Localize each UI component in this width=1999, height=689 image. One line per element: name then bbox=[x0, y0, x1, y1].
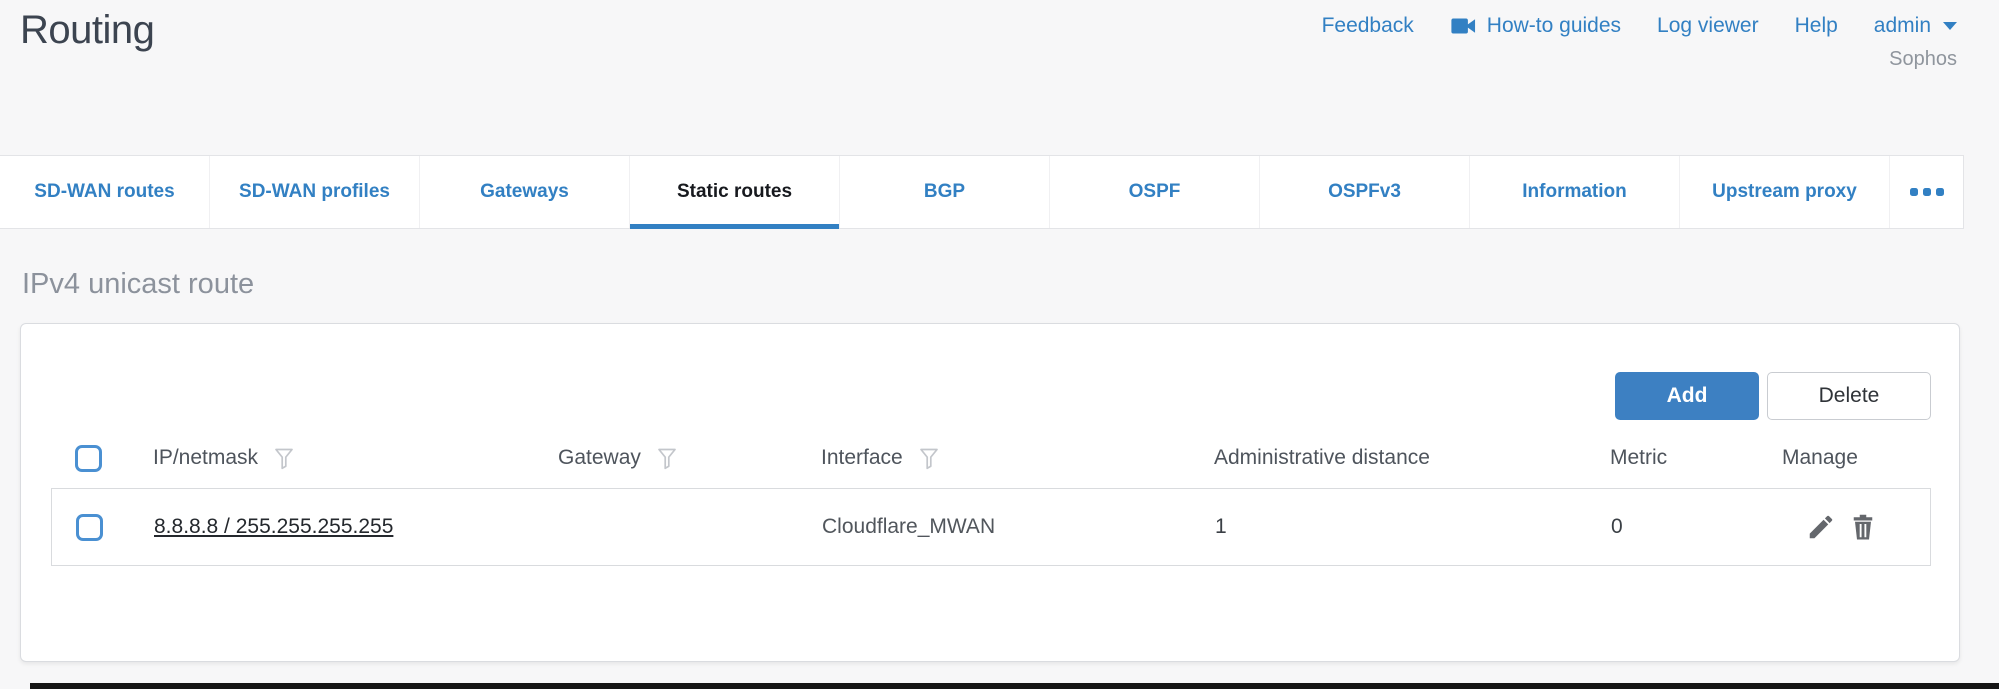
brand-label: Sophos bbox=[1889, 48, 1957, 71]
delete-button[interactable]: Delete bbox=[1767, 372, 1931, 420]
tab-label: OSPF bbox=[1129, 181, 1181, 203]
col-header-interface: Interface bbox=[821, 446, 903, 470]
col-header-metric: Metric bbox=[1610, 446, 1667, 470]
static-routes-panel: Add Delete IP/netmask Gateway Interface bbox=[20, 323, 1960, 662]
tab-sd-wan-profiles[interactable]: SD-WAN profiles bbox=[210, 156, 420, 228]
feedback-label: Feedback bbox=[1322, 14, 1414, 38]
tab-ospfv3[interactable]: OSPFv3 bbox=[1260, 156, 1470, 228]
more-tabs-button[interactable] bbox=[1890, 156, 1963, 228]
tab-gateways[interactable]: Gateways bbox=[420, 156, 630, 228]
section-heading: IPv4 unicast route bbox=[22, 268, 254, 301]
top-nav: Feedback How-to guides Log viewer Help a… bbox=[1322, 14, 1957, 38]
help-label: Help bbox=[1795, 14, 1838, 38]
col-header-ip-netmask: IP/netmask bbox=[153, 446, 258, 470]
tab-label: SD-WAN routes bbox=[34, 181, 174, 203]
row-checkbox[interactable] bbox=[76, 514, 103, 541]
active-tab-underline bbox=[630, 224, 839, 229]
log-viewer-label: Log viewer bbox=[1657, 14, 1759, 38]
ellipsis-icon bbox=[1923, 188, 1931, 196]
funnel-icon[interactable] bbox=[917, 445, 941, 471]
table-header: IP/netmask Gateway Interface bbox=[51, 428, 1931, 488]
tab-label: Upstream proxy bbox=[1712, 181, 1857, 203]
user-menu-label: admin bbox=[1874, 14, 1931, 38]
add-button[interactable]: Add bbox=[1615, 372, 1759, 420]
help-link[interactable]: Help bbox=[1795, 14, 1838, 38]
tab-ospf[interactable]: OSPF bbox=[1050, 156, 1260, 228]
howto-guides-link[interactable]: How-to guides bbox=[1450, 14, 1621, 38]
tab-upstream-proxy[interactable]: Upstream proxy bbox=[1680, 156, 1890, 228]
trash-icon[interactable] bbox=[1847, 511, 1879, 543]
tab-static-routes[interactable]: Static routes bbox=[630, 156, 840, 228]
route-interface-value: Cloudflare_MWAN bbox=[822, 515, 995, 538]
user-menu[interactable]: admin bbox=[1874, 14, 1957, 38]
caret-down-icon bbox=[1943, 22, 1957, 30]
route-ip-netmask-link[interactable]: 8.8.8.8 / 255.255.255.255 bbox=[154, 515, 393, 538]
tab-information[interactable]: Information bbox=[1470, 156, 1680, 228]
ellipsis-icon bbox=[1936, 188, 1944, 196]
tab-label: Information bbox=[1522, 181, 1627, 203]
screen-bottom-edge bbox=[30, 683, 1999, 689]
page-title: Routing bbox=[20, 8, 154, 53]
pencil-icon[interactable] bbox=[1805, 511, 1837, 543]
col-header-manage: Manage bbox=[1782, 446, 1858, 470]
route-metric-value: 0 bbox=[1611, 515, 1623, 538]
table-row: 8.8.8.8 / 255.255.255.255 Cloudflare_MWA… bbox=[51, 488, 1931, 566]
log-viewer-link[interactable]: Log viewer bbox=[1657, 14, 1759, 38]
funnel-icon[interactable] bbox=[655, 445, 679, 471]
select-all-checkbox[interactable] bbox=[75, 445, 102, 472]
tab-label: BGP bbox=[924, 181, 965, 203]
tab-label: Static routes bbox=[677, 181, 792, 203]
feedback-link[interactable]: Feedback bbox=[1322, 14, 1414, 38]
tab-label: Gateways bbox=[480, 181, 569, 203]
funnel-icon[interactable] bbox=[272, 445, 296, 471]
tab-label: SD-WAN profiles bbox=[239, 181, 390, 203]
howto-guides-label: How-to guides bbox=[1487, 14, 1621, 38]
tab-sd-wan-routes[interactable]: SD-WAN routes bbox=[0, 156, 210, 228]
ellipsis-icon bbox=[1910, 188, 1918, 196]
col-header-gateway: Gateway bbox=[558, 446, 641, 470]
col-header-admin-distance: Administrative distance bbox=[1214, 446, 1430, 470]
tab-bar: SD-WAN routes SD-WAN profiles Gateways S… bbox=[0, 155, 1964, 229]
tab-bgp[interactable]: BGP bbox=[840, 156, 1050, 228]
video-camera-icon bbox=[1450, 15, 1477, 37]
tab-label: OSPFv3 bbox=[1328, 181, 1401, 203]
route-admin-distance-value: 1 bbox=[1215, 515, 1227, 538]
